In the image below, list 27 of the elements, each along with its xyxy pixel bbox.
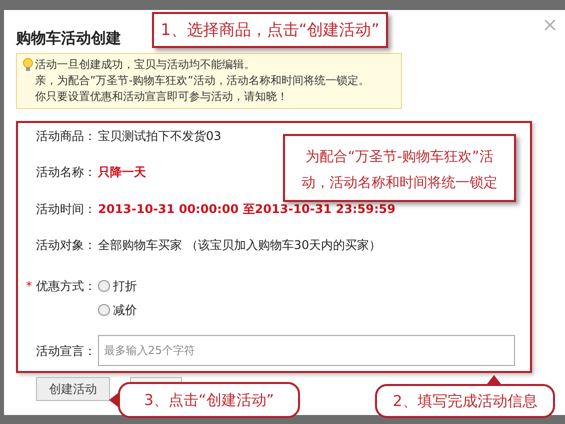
dialog-title: 购物车活动创建 [16,29,121,47]
annotation-callout: 3、点击“创建活动” [109,382,300,418]
field-label: 优惠方式： [36,278,96,295]
radio-option[interactable]: 减价 [98,300,137,319]
lightbulb-icon [23,58,33,72]
secondary-button[interactable] [130,377,182,382]
notice-text: 活动一旦创建成功，宝贝与活动均不能编辑。 [35,57,256,73]
field-label: 活动对象： [36,237,96,254]
create-button[interactable]: 创建活动 [36,377,110,401]
field-value: 全部购物车买家 （该宝贝加入购物车30天内的买家） [98,237,382,254]
notice-text: 亲，为配合”万圣节-购物车狂欢”活动，活动名称和时间将统一锁定。 [35,73,370,89]
field-label: 活动宣言： [36,342,96,360]
field-label: 活动时间： [36,200,96,218]
annotation-callout: 1、选择商品，点击“创建活动” [152,12,388,48]
field-value: 宝贝测试拍下不发货03 [98,128,222,145]
annotation-callout: 2、填写完成活动信息 [375,375,555,418]
slogan-input[interactable]: 最多输入25个字符 [98,335,515,366]
radio-icon[interactable] [98,304,110,316]
field-label: 活动名称： [36,164,96,182]
radio-icon[interactable] [98,280,110,292]
locked-value: 只降一天 [98,164,146,182]
annotation-callout: 为配合“万圣节-购物车狂欢”活动，活动名称和时间将统一锁定 [283,134,516,202]
notice-text: 你只要设置优惠和活动宣言即可参与活动，请知晓！ [35,89,289,105]
field-label: 活动商品： [36,128,96,145]
required-mark: * [26,278,32,295]
radio-option[interactable]: 打折 [98,276,137,295]
locked-value: 2013-10-31 00:00:00 至2013-10-31 23:59:59 [98,200,396,218]
